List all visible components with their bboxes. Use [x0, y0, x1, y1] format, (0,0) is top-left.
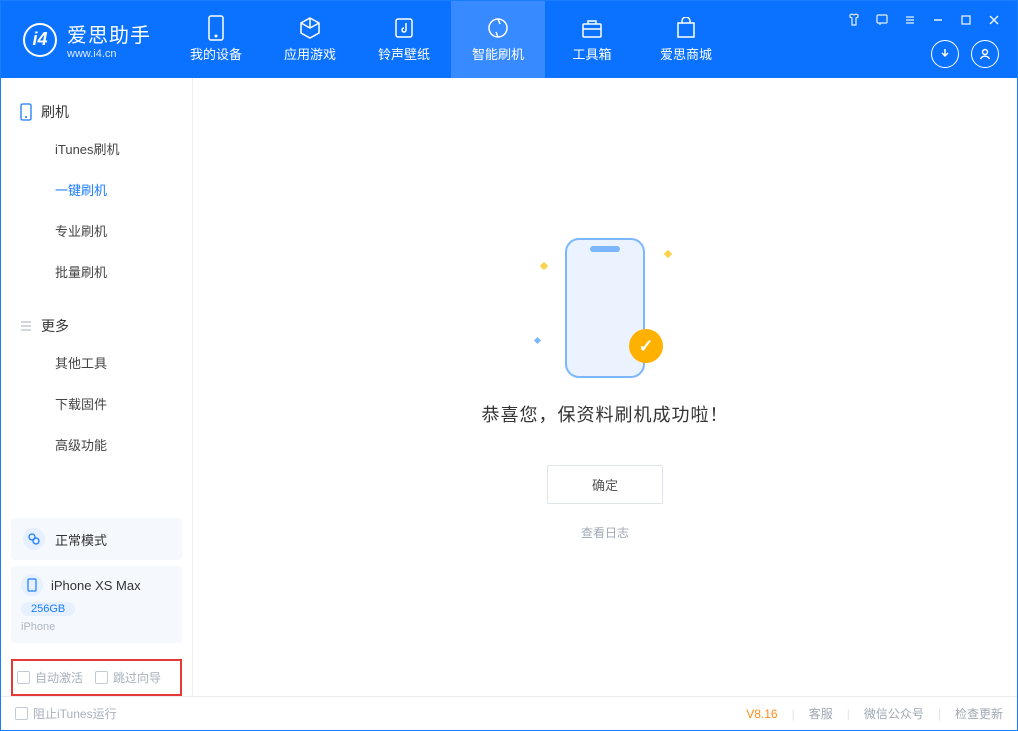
tab-label: 工具箱	[572, 44, 611, 63]
ok-button[interactable]: 确定	[547, 465, 663, 504]
maximize-button[interactable]	[955, 9, 977, 31]
checkbox-label: 跳过向导	[113, 669, 161, 686]
success-illustration: ✓	[545, 233, 665, 383]
tab-my-device[interactable]: 我的设备	[169, 1, 263, 78]
device-name-label: iPhone XS Max	[51, 578, 141, 593]
app-title-zh: 爱思助手	[67, 19, 151, 48]
list-icon	[19, 319, 33, 333]
logo-icon: i4	[23, 23, 57, 57]
checkbox-stop-itunes[interactable]: 阻止iTunes运行	[15, 705, 117, 722]
sidebar-item-oneclick-flash[interactable]: 一键刷机	[1, 169, 192, 210]
feedback-icon[interactable]	[871, 9, 893, 31]
tab-apps-games[interactable]: 应用游戏	[263, 1, 357, 78]
account-button[interactable]	[971, 40, 999, 68]
view-log-link[interactable]: 查看日志	[581, 524, 629, 541]
tab-ringtones[interactable]: 铃声壁纸	[357, 1, 451, 78]
tab-toolbox[interactable]: 工具箱	[545, 1, 639, 78]
version-label: V8.16	[746, 707, 777, 721]
sparkle-icon	[534, 337, 541, 344]
device-phone-icon	[21, 574, 43, 596]
main-content: ✓ 恭喜您，保资料刷机成功啦！ 确定 查看日志	[193, 78, 1017, 696]
tab-label: 铃声壁纸	[378, 44, 430, 63]
check-icon: ✓	[629, 329, 663, 363]
phone-icon	[19, 103, 33, 121]
section-title: 刷机	[41, 102, 69, 122]
header-actions	[931, 40, 999, 68]
footer-bar: 阻止iTunes运行 V8.16 | 客服 | 微信公众号 | 检查更新	[1, 696, 1017, 730]
tab-label: 应用游戏	[284, 44, 336, 63]
checkbox-label: 阻止iTunes运行	[33, 705, 117, 722]
menu-icon[interactable]	[899, 9, 921, 31]
checkbox-icon	[95, 671, 108, 684]
window-controls	[843, 9, 1005, 31]
sidebar: 刷机 iTunes刷机 一键刷机 专业刷机 批量刷机 更多 其他工具 下载固件 …	[1, 78, 193, 696]
mode-label: 正常模式	[55, 530, 107, 549]
tab-store[interactable]: 爱思商城	[639, 1, 733, 78]
sidebar-item-itunes-flash[interactable]: iTunes刷机	[1, 128, 192, 169]
sidebar-section-more: 更多	[1, 310, 192, 342]
checkbox-skip-guide[interactable]: 跳过向导	[95, 669, 161, 686]
tab-label: 爱思商城	[660, 44, 712, 63]
toolbox-icon	[580, 16, 604, 40]
device-info-box[interactable]: iPhone XS Max 256GB iPhone	[11, 566, 182, 643]
success-message: 恭喜您，保资料刷机成功啦！	[482, 401, 729, 427]
device-type: iPhone	[21, 621, 172, 633]
cube-icon	[298, 16, 322, 40]
sidebar-item-other-tools[interactable]: 其他工具	[1, 342, 192, 383]
tab-smart-flash[interactable]: 智能刷机	[451, 1, 545, 78]
music-icon	[392, 16, 416, 40]
device-capacity: 256GB	[21, 602, 75, 616]
app-header: i4 爱思助手 www.i4.cn 我的设备 应用游戏 铃声壁纸 智能刷机 工具…	[1, 1, 1017, 78]
app-logo: i4 爱思助手 www.i4.cn	[1, 19, 169, 60]
close-button[interactable]	[983, 9, 1005, 31]
sidebar-item-download-firmware[interactable]: 下载固件	[1, 383, 192, 424]
sparkle-icon	[664, 250, 672, 258]
store-icon	[674, 16, 698, 40]
device-mode-box[interactable]: 正常模式	[11, 518, 182, 560]
download-button[interactable]	[931, 40, 959, 68]
mode-icon	[23, 528, 45, 550]
sidebar-item-advanced[interactable]: 高级功能	[1, 424, 192, 465]
sidebar-item-pro-flash[interactable]: 专业刷机	[1, 210, 192, 251]
checkbox-label: 自动激活	[35, 669, 83, 686]
app-title-en: www.i4.cn	[67, 48, 151, 60]
app-body: 刷机 iTunes刷机 一键刷机 专业刷机 批量刷机 更多 其他工具 下载固件 …	[1, 78, 1017, 696]
sparkle-icon	[540, 262, 548, 270]
tab-label: 智能刷机	[472, 44, 524, 63]
checkbox-icon	[15, 707, 28, 720]
main-tabs: 我的设备 应用游戏 铃声壁纸 智能刷机 工具箱 爱思商城	[169, 1, 733, 78]
tab-label: 我的设备	[190, 44, 242, 63]
device-icon	[204, 16, 228, 40]
checkbox-auto-activate[interactable]: 自动激活	[17, 669, 83, 686]
options-highlighted-box: 自动激活 跳过向导	[11, 659, 182, 696]
section-title: 更多	[41, 316, 69, 336]
shield-icon	[486, 16, 510, 40]
wechat-link[interactable]: 微信公众号	[864, 705, 924, 722]
sidebar-item-batch-flash[interactable]: 批量刷机	[1, 251, 192, 292]
minimize-button[interactable]	[927, 9, 949, 31]
support-link[interactable]: 客服	[809, 705, 833, 722]
sidebar-section-flash: 刷机	[1, 96, 192, 128]
checkbox-icon	[17, 671, 30, 684]
check-update-link[interactable]: 检查更新	[955, 705, 1003, 722]
shirt-icon[interactable]	[843, 9, 865, 31]
